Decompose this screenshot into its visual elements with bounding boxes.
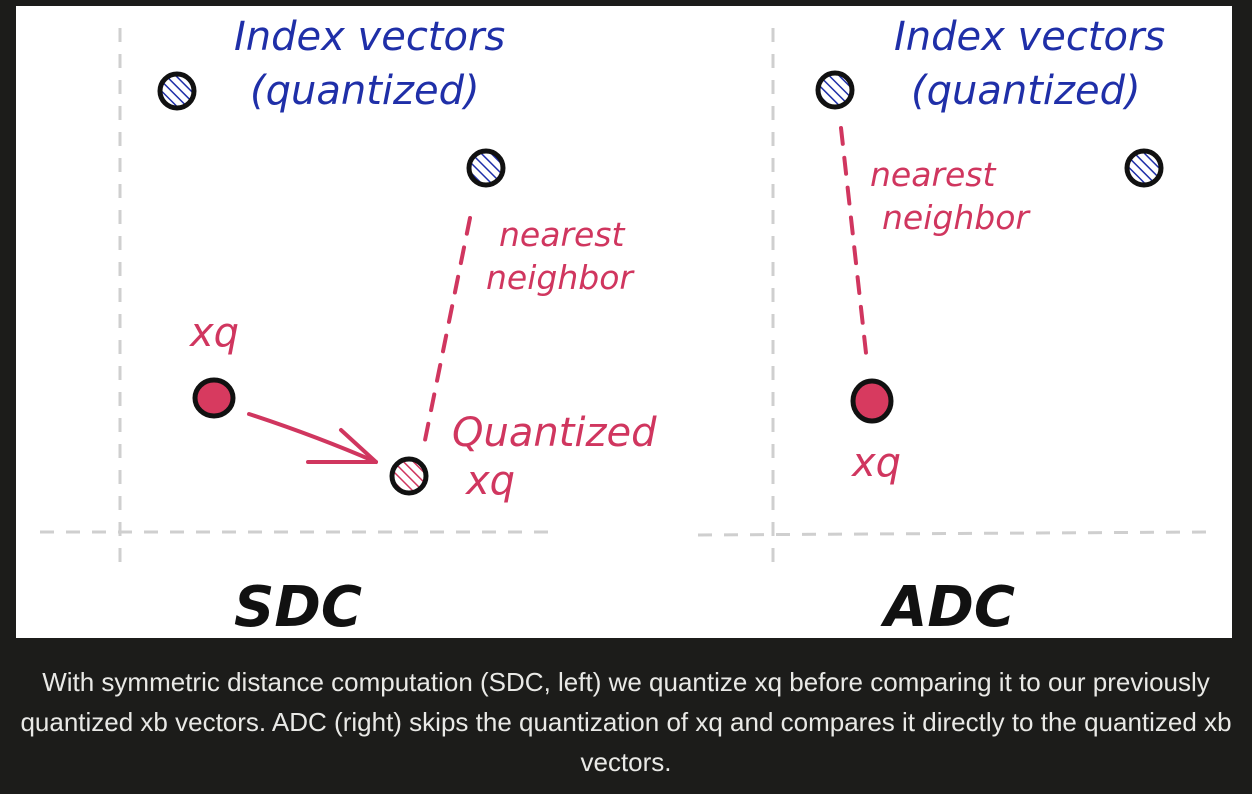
filled-pink-dot-icon [192,377,236,419]
sdc-nn-label-line1: nearest [499,215,626,254]
diagram-svg: Index vectors (quantized) nearest neighb… [40,14,1207,638]
sdc-nn-label-line2: neighbor [486,258,635,297]
sdc-panel-label: SDC [234,575,362,638]
filled-pink-dot-icon [850,378,894,424]
adc-title-line2: (quantized) [911,68,1141,114]
hatched-circle-icon [1124,148,1164,188]
sdc-title-line1: Index vectors [234,14,505,60]
hatched-circle-icon [815,70,855,110]
adc-panel: Index vectors (quantized) nearest neighb… [815,14,1165,638]
figure-panel: Index vectors (quantized) nearest neighb… [16,6,1232,638]
figure-caption: With symmetric distance computation (SDC… [20,667,1232,777]
hatched-circle-icon [466,148,506,188]
hatched-circle-icon [157,71,197,111]
adc-nn-label-line2: neighbor [882,198,1031,237]
sdc-panel: Index vectors (quantized) nearest neighb… [157,14,657,638]
pink-hatched-circle-icon [389,456,429,496]
adc-panel-label: ADC [880,575,1015,638]
sdc-title-line2: (quantized) [250,68,480,114]
adc-nearest-neighbor-line [839,126,869,364]
adc-query-label: xq [850,440,901,486]
arrow-icon [247,412,378,464]
adc-nn-label-line1: nearest [870,155,997,194]
sdc-quantized-label-line2: xq [464,458,515,504]
sdc-quantized-label-line1: Quantized [452,410,657,456]
sdc-query-label: xq [188,310,239,356]
adc-title-line1: Index vectors [894,14,1165,60]
